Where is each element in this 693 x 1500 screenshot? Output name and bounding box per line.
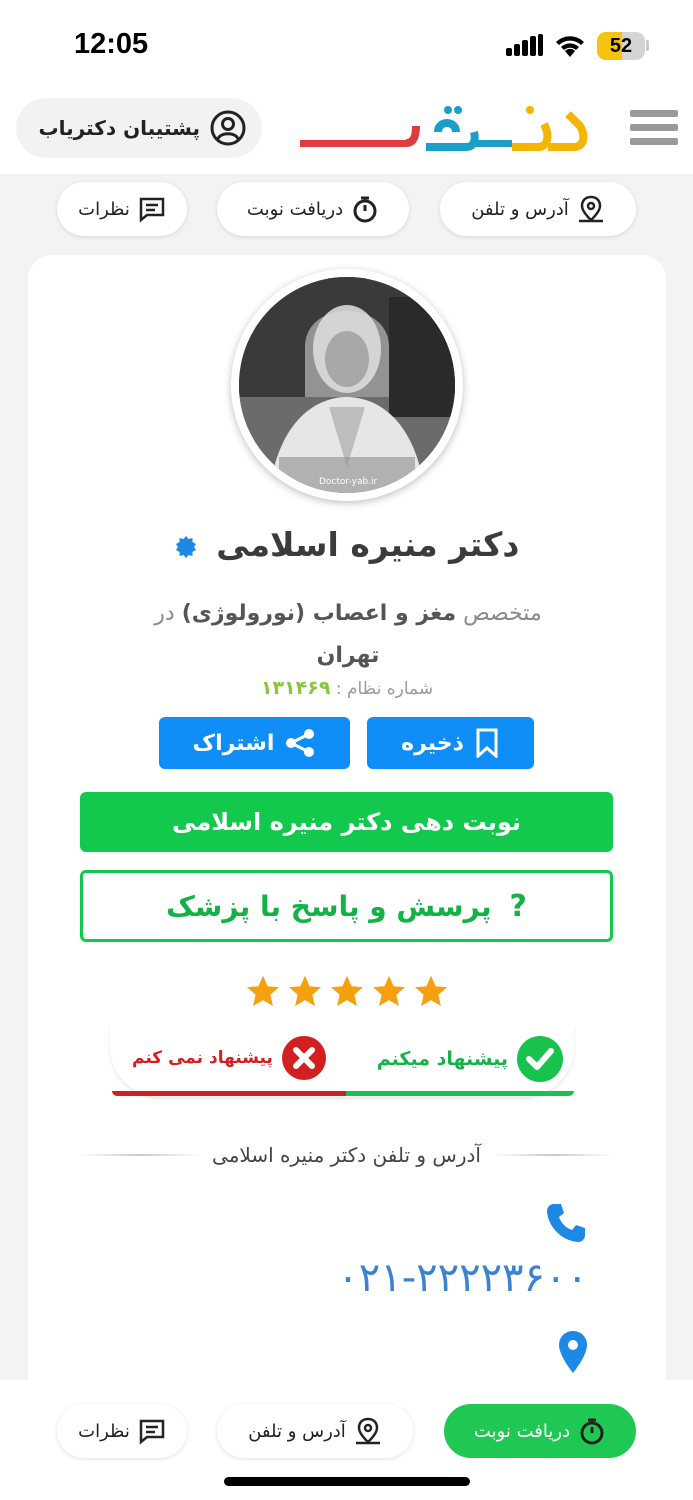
battery-indicator: 52	[597, 32, 645, 60]
phone-icon[interactable]	[544, 1201, 588, 1245]
recommend-widget: پیشنهاد میکنم پیشنهاد نمی کنم	[110, 1025, 574, 1099]
share-label: اشتراک	[192, 730, 275, 756]
menu-line	[630, 110, 678, 117]
share-button[interactable]: اشتراک	[159, 717, 350, 769]
doctor-profile-page: 12:05 52 پشتیبان دکتریاب آدرس و تلفن دری…	[0, 0, 693, 1500]
recommend-green-bar	[342, 1091, 574, 1096]
bottom-tab-address[interactable]: آدرس و تلفن	[217, 1404, 413, 1458]
stopwatch-icon	[353, 196, 377, 223]
doctor-avatar-frame: Doctor-yab.ir	[231, 269, 463, 501]
tab-reviews[interactable]: نظرات	[57, 182, 187, 236]
bottom-tab-appointment[interactable]: دریافت نوبت	[444, 1404, 636, 1458]
spec-in-word: در	[154, 601, 175, 626]
save-button[interactable]: ذخیره	[367, 717, 534, 769]
doctor-name: دکتر منیره اسلامی	[216, 525, 520, 564]
ask-doctor-button[interactable]: ? پرسش و پاسخ با پزشک	[80, 870, 613, 942]
divider-line	[492, 1154, 613, 1156]
comment-icon	[139, 1419, 165, 1445]
map-pin-icon	[578, 195, 603, 223]
bookmark-icon	[476, 728, 498, 758]
menu-line	[630, 138, 678, 145]
ask-doctor-label: پرسش و پاسخ با پزشک	[166, 889, 492, 923]
user-circle-icon	[210, 110, 246, 146]
share-icon	[286, 729, 315, 757]
stopwatch-icon	[580, 1418, 604, 1445]
registration-row: شماره نظام : ۱۳۱۴۶۹	[28, 677, 666, 699]
bottom-tab-reviews-label: نظرات	[78, 1420, 130, 1442]
status-time: 12:05	[74, 28, 149, 60]
app-header: پشتیبان دکتریاب	[0, 88, 693, 174]
menu-hamburger-icon[interactable]	[630, 110, 678, 150]
tab-address-label: آدرس و تلفن	[471, 198, 569, 220]
check-circle-icon	[517, 1036, 563, 1082]
registration-label: شماره نظام :	[335, 679, 434, 699]
star-icon[interactable]	[413, 975, 449, 1009]
book-appointment-button[interactable]: نوبت دهی دکتر منیره اسلامی	[80, 792, 613, 852]
star-icon[interactable]	[371, 975, 407, 1009]
star-icon[interactable]	[245, 975, 281, 1009]
battery-level: 52	[609, 35, 633, 57]
divider-line	[80, 1154, 201, 1156]
map-pin-icon	[355, 1417, 380, 1445]
bottom-bar: دریافت نوبت آدرس و تلفن نظرات	[0, 1380, 693, 1500]
question-mark-icon: ?	[509, 888, 527, 924]
rating-stars[interactable]	[28, 975, 666, 1013]
doctor-name-row: دکتر منیره اسلامی	[28, 525, 666, 564]
tab-address[interactable]: آدرس و تلفن	[440, 182, 636, 236]
menu-line	[630, 124, 678, 131]
support-button[interactable]: پشتیبان دکتریاب	[16, 98, 262, 158]
support-label: پشتیبان دکتریاب	[38, 116, 200, 140]
contact-section-heading: آدرس و تلفن دکتر منیره اسلامی	[80, 1143, 613, 1167]
location-pin-icon[interactable]	[558, 1330, 588, 1374]
doctor-specialty: مغز و اعصاب (نورولوژی)	[181, 601, 457, 626]
bottom-tab-appointment-label: دریافت نوبت	[473, 1420, 571, 1442]
tab-appointment[interactable]: دریافت نوبت	[217, 182, 409, 236]
registration-number: ۱۳۱۴۶۹	[260, 677, 331, 699]
bottom-tab-address-label: آدرس و تلفن	[248, 1420, 346, 1442]
tab-reviews-label: نظرات	[78, 198, 130, 220]
bottom-tab-reviews[interactable]: نظرات	[57, 1404, 187, 1458]
doctor-photo-image	[239, 277, 455, 493]
doctor-profile-card: Doctor-yab.ir دکتر منیره اسلامی متخصص مغ…	[28, 255, 666, 1405]
doctor-city: تهران	[316, 643, 380, 668]
close-circle-icon	[281, 1036, 326, 1080]
star-icon[interactable]	[329, 975, 365, 1009]
recommend-yes-label: پیشنهاد میکنم	[376, 1048, 508, 1070]
phone-number[interactable]: ۰۲۱-۲۲۲۲۳۶۰۰	[218, 1255, 588, 1301]
wifi-icon	[556, 36, 584, 57]
cellular-signal-icon	[506, 34, 543, 56]
battery-cap	[646, 40, 649, 51]
doctoryab-logo[interactable]	[298, 96, 588, 158]
recommend-yes-button[interactable]: پیشنهاد میکنم	[377, 1035, 564, 1083]
doctor-specialty-block: متخصص مغز و اعصاب (نورولوژی) در تهران	[118, 593, 578, 677]
contact-section-title: آدرس و تلفن دکتر منیره اسلامی	[212, 1143, 481, 1167]
comment-icon	[139, 197, 165, 223]
doctor-photo[interactable]	[239, 277, 455, 493]
star-icon[interactable]	[287, 975, 323, 1009]
tab-appointment-label: دریافت نوبت	[246, 198, 344, 220]
save-label: ذخیره	[401, 730, 464, 756]
verified-badge-icon	[175, 535, 196, 558]
recommend-no-label: پیشنهاد نمی کنم	[132, 1048, 273, 1068]
photo-watermark: Doctor-yab.ir	[319, 477, 378, 487]
recommend-red-bar	[112, 1091, 346, 1096]
status-bar: 12:05 52	[0, 0, 693, 88]
spec-prefix: متخصص	[463, 601, 542, 626]
recommend-no-button[interactable]: پیشنهاد نمی کنم	[132, 1035, 327, 1081]
home-indicator	[224, 1477, 470, 1486]
